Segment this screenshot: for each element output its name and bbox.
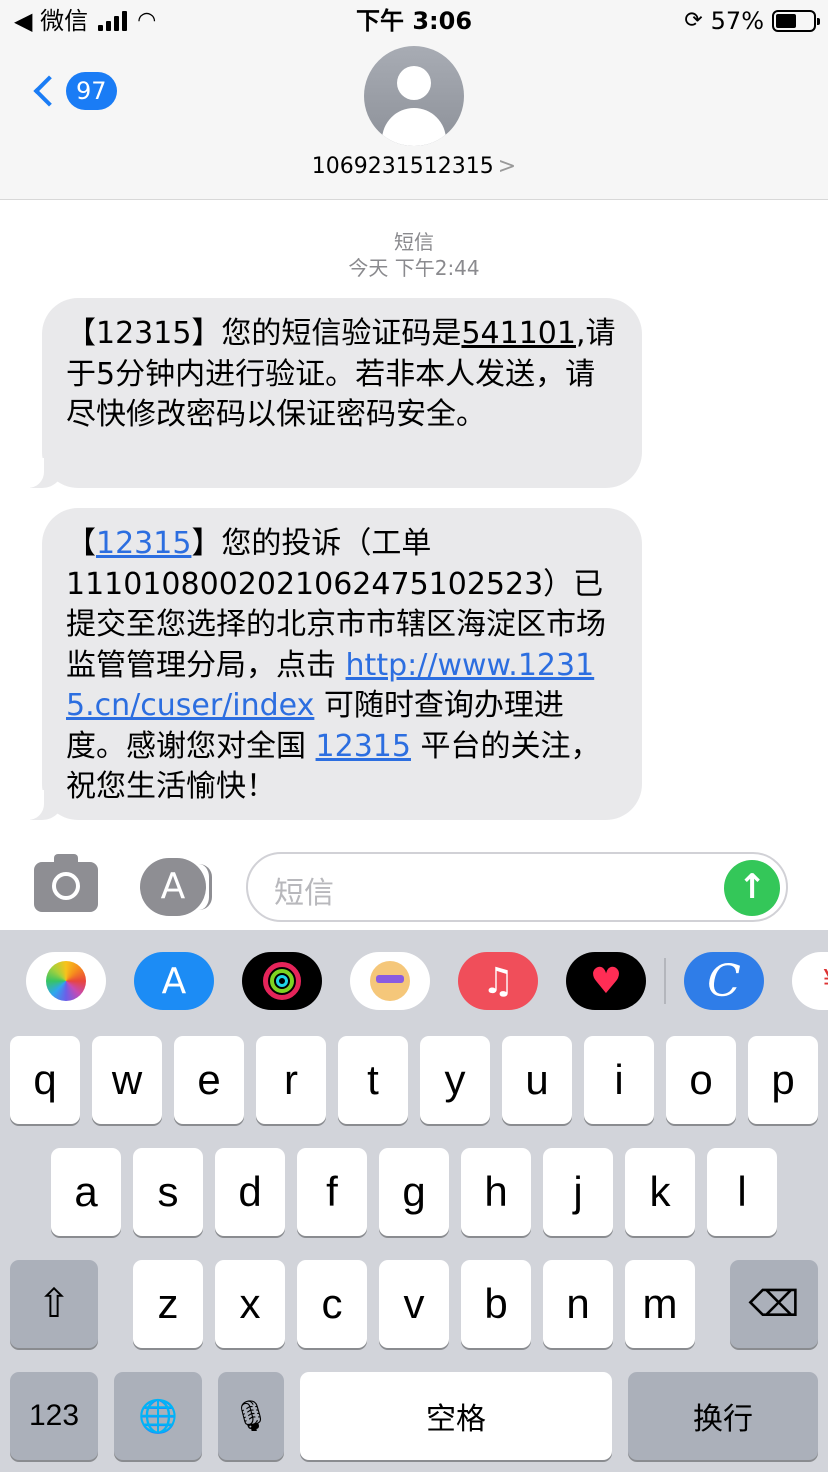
c-app-button[interactable]: C (684, 952, 764, 1010)
activity-rings-icon (263, 962, 301, 1000)
contact-avatar[interactable] (364, 46, 464, 146)
message-input[interactable]: 短信 ↑ (246, 852, 788, 922)
app-icon: ¥ (822, 964, 828, 999)
number-link[interactable]: 12315 (96, 526, 191, 561)
message-text: 【12315】您的短信验证码是 (66, 316, 462, 351)
shift-key[interactable]: ⇧ (10, 1260, 98, 1348)
key-p[interactable]: p (748, 1036, 818, 1124)
camera-icon (52, 872, 80, 900)
partial-app-button[interactable]: ¥ (792, 952, 828, 1010)
unread-count-badge: 97 (66, 72, 117, 110)
bubble-tail (20, 458, 64, 488)
key-b[interactable]: b (461, 1260, 531, 1348)
key-v[interactable]: v (379, 1260, 449, 1348)
key-c[interactable]: c (297, 1260, 367, 1348)
key-s[interactable]: s (133, 1148, 203, 1236)
status-bar-right: ⟳ 57% (684, 4, 820, 38)
bubble-tail (20, 790, 64, 820)
key-n[interactable]: n (543, 1260, 613, 1348)
app-store-icon: A (161, 960, 187, 1002)
memoji-icon (370, 961, 410, 1001)
c-letter-icon: C (707, 955, 741, 1007)
person-icon (397, 66, 431, 100)
key-d[interactable]: d (215, 1148, 285, 1236)
dictation-key[interactable]: 🎙 (218, 1372, 284, 1460)
key-g[interactable]: g (379, 1148, 449, 1236)
key-h[interactable]: h (461, 1148, 531, 1236)
message-input-placeholder: 短信 (274, 876, 334, 911)
delete-key[interactable]: ⌫ (730, 1260, 818, 1348)
numbers-key[interactable]: 123 (10, 1372, 98, 1460)
heart-icon: ♥ (589, 960, 623, 1002)
key-u[interactable]: u (502, 1036, 572, 1124)
key-r[interactable]: r (256, 1036, 326, 1124)
message-bubble[interactable]: 【12315】您的投诉（工单111010800202106247510252​3… (20, 508, 642, 820)
camera-button[interactable] (34, 854, 98, 912)
globe-key[interactable]: 🌐 (114, 1372, 202, 1460)
orientation-lock-icon: ⟳ (684, 8, 703, 33)
digital-touch-button[interactable]: ♥ (566, 952, 646, 1010)
key-o[interactable]: o (666, 1036, 736, 1124)
space-key[interactable]: 空格 (300, 1372, 612, 1460)
message-timestamp: 今天 下午2:44 (348, 256, 480, 280)
app-store-drawer-button[interactable]: A (140, 858, 212, 916)
key-q[interactable]: q (10, 1036, 80, 1124)
key-m[interactable]: m (625, 1260, 695, 1348)
photos-app-button[interactable] (26, 952, 106, 1010)
key-y[interactable]: y (420, 1036, 490, 1124)
battery-percent: 57% (710, 7, 764, 35)
send-button[interactable]: ↑ (724, 860, 780, 916)
battery-icon (772, 10, 820, 32)
contact-number: 1069231512315 (311, 154, 494, 179)
app-store-button[interactable]: A (134, 952, 214, 1010)
strip-divider (664, 958, 666, 1004)
number-link[interactable]: 12315 (316, 729, 411, 764)
keyboard: q w e r t y u i o p a s d f g h j k l ⇧ … (0, 1030, 828, 1472)
key-e[interactable]: e (174, 1036, 244, 1124)
imessage-apps-strip: A ♫ ♥ C ¥ (0, 930, 828, 1030)
arrow-up-icon: ↑ (737, 867, 767, 907)
back-button[interactable]: 97 (30, 72, 117, 110)
key-t[interactable]: t (338, 1036, 408, 1124)
activity-app-button[interactable] (242, 952, 322, 1010)
key-j[interactable]: j (543, 1148, 613, 1236)
chevron-left-icon (33, 75, 65, 107)
service-label: 短信 (394, 230, 434, 254)
return-key[interactable]: 换行 (628, 1372, 818, 1460)
shift-icon: ⇧ (37, 1282, 71, 1326)
globe-icon: 🌐 (138, 1398, 178, 1434)
app-store-icon: A (160, 866, 186, 907)
contact-name-button[interactable]: 1069231512315 > (0, 154, 828, 179)
delete-icon: ⌫ (748, 1283, 800, 1324)
key-l[interactable]: l (707, 1148, 777, 1236)
key-a[interactable]: a (51, 1148, 121, 1236)
chevron-right-icon: > (497, 154, 517, 179)
key-w[interactable]: w (92, 1036, 162, 1124)
message-text: 【 (66, 526, 96, 561)
key-f[interactable]: f (297, 1148, 367, 1236)
key-x[interactable]: x (215, 1260, 285, 1348)
key-z[interactable]: z (133, 1260, 203, 1348)
memoji-stickers-button[interactable] (350, 952, 430, 1010)
key-k[interactable]: k (625, 1148, 695, 1236)
photos-icon (46, 961, 86, 1001)
music-note-icon: ♫ (481, 960, 515, 1002)
conversation-header: ◀ 微信 ◠ 下午 3:06 ⟳ 57% 97 1069231512315 > (0, 0, 828, 200)
key-i[interactable]: i (584, 1036, 654, 1124)
verification-code[interactable]: 541101 (461, 316, 576, 351)
microphone-icon: 🎙 (231, 1399, 271, 1433)
music-app-button[interactable]: ♫ (458, 952, 538, 1010)
message-bubble[interactable]: 【12315】您的短信验证码是541101,请于5分钟内进行验证。若非本人发送，… (20, 298, 642, 488)
